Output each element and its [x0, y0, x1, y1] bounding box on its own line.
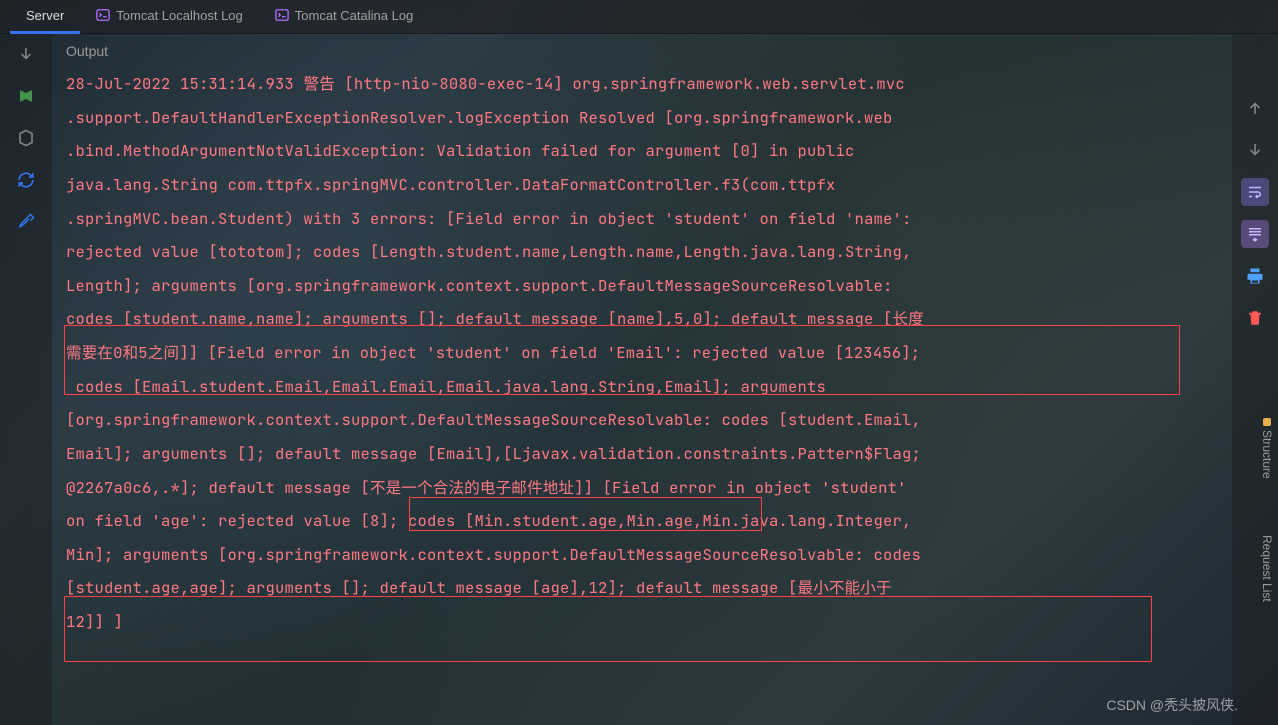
arrow-up-button[interactable]: [1241, 94, 1269, 122]
left-toolbar: [0, 34, 52, 725]
output-panel: Output 28-Jul-2022 15:31:14.933 警告 [http…: [52, 34, 1278, 725]
tabs-bar: Server Tomcat Localhost Log Tomcat Catal…: [0, 0, 1278, 34]
tab-localhost-label: Tomcat Localhost Log: [116, 8, 242, 23]
side-tab-request-list[interactable]: Request List: [1258, 527, 1276, 610]
main-area: Output 28-Jul-2022 15:31:14.933 警告 [http…: [0, 34, 1278, 725]
structure-icon: [1263, 418, 1271, 426]
soft-wrap-button[interactable]: [1241, 178, 1269, 206]
right-toolbar: [1232, 34, 1278, 725]
delete-button[interactable]: [1241, 304, 1269, 332]
tab-server[interactable]: Server: [10, 0, 80, 34]
tools-icon[interactable]: [14, 210, 38, 234]
watermark: CSDN @秃头披风侠.: [1106, 695, 1238, 715]
output-header: Output: [66, 40, 1278, 67]
tab-localhost-log[interactable]: Tomcat Localhost Log: [80, 0, 258, 34]
tab-server-label: Server: [26, 8, 64, 23]
scroll-down-button[interactable]: [14, 42, 38, 66]
side-tool-tabs: Structure Request List: [1256, 410, 1278, 609]
terminal-icon: [275, 8, 289, 22]
tab-catalina-label: Tomcat Catalina Log: [295, 8, 414, 23]
artifact-icon[interactable]: [14, 126, 38, 150]
tab-catalina-log[interactable]: Tomcat Catalina Log: [259, 0, 430, 34]
log-output[interactable]: 28-Jul-2022 15:31:14.933 警告 [http-nio-80…: [66, 67, 1278, 639]
deploy-icon[interactable]: [14, 84, 38, 108]
terminal-icon: [96, 8, 110, 22]
print-button[interactable]: [1241, 262, 1269, 290]
side-tab-structure[interactable]: Structure: [1258, 410, 1276, 487]
refresh-icon[interactable]: [14, 168, 38, 192]
arrow-down-button[interactable]: [1241, 136, 1269, 164]
scroll-to-end-button[interactable]: [1241, 220, 1269, 248]
